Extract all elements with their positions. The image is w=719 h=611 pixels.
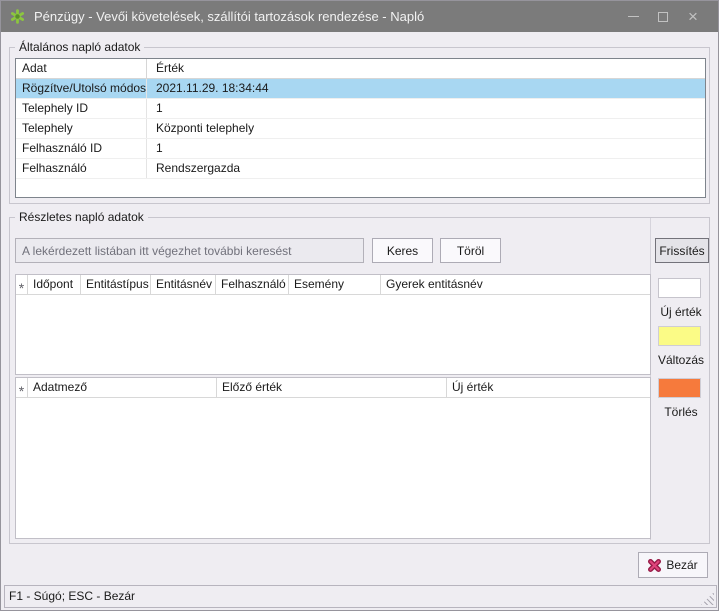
cell-ertek: Rendszergazda: [147, 159, 705, 178]
column-header-idopont[interactable]: Időpont: [28, 275, 81, 294]
app-icon: [10, 9, 25, 24]
legend-swatch-new-value: [658, 278, 701, 298]
cell-adat: Rögzítve/Utolsó módosítás: [16, 79, 147, 98]
legend-swatch-delete: [658, 378, 701, 398]
legend-label-delete: Törlés: [649, 405, 713, 419]
window-controls: ×: [618, 5, 708, 29]
column-header-adat: Adat: [16, 59, 147, 78]
column-header-gyerek-entitasnev[interactable]: Gyerek entitásnév: [381, 275, 650, 294]
clear-button[interactable]: Töröl: [440, 238, 501, 263]
maximize-button[interactable]: [648, 5, 678, 29]
cell-adat: Telephely ID: [16, 99, 147, 118]
table-row-felhasznalo-id[interactable]: Felhasználó ID 1: [16, 139, 705, 159]
cell-ertek: 2021.11.29. 18:34:44: [147, 79, 705, 98]
column-header-ertek: Érték: [147, 59, 705, 78]
red-x-icon: [648, 559, 661, 572]
status-bar: F1 - Súgó; ESC - Bezár: [4, 585, 717, 608]
minimize-button[interactable]: [618, 5, 648, 29]
table-row-telephely-id[interactable]: Telephely ID 1: [16, 99, 705, 119]
dialog-window: Pénzügy - Vevői követelések, szállítói t…: [0, 0, 719, 611]
column-header-elozo-ertek[interactable]: Előző érték: [217, 378, 447, 397]
cell-ertek: 1: [147, 99, 705, 118]
table-row-rogzitve[interactable]: Rögzítve/Utolsó módosítás 2021.11.29. 18…: [16, 79, 705, 99]
resize-grip[interactable]: [701, 592, 714, 605]
cell-ertek: Központi telephely: [147, 119, 705, 138]
column-header-entitasnev[interactable]: Entitásnév: [151, 275, 216, 294]
bezar-button-label: Bezár: [666, 558, 697, 572]
cell-adat: Felhasználó: [16, 159, 147, 178]
title-bar: Pénzügy - Vevői követelések, szállítói t…: [1, 1, 718, 32]
general-table-header: Adat Érték: [16, 59, 705, 79]
changes-table-header: * Adatmező Előző érték Új érték: [16, 378, 650, 398]
bezar-button[interactable]: Bezár: [638, 552, 708, 578]
legend-label-change: Változás: [649, 353, 713, 367]
legend-swatch-change: [658, 326, 701, 346]
column-header-entitastipus[interactable]: Entitástípus: [81, 275, 151, 294]
asterisk-icon: *: [16, 275, 28, 294]
detail-group-title: Részletes napló adatok: [15, 210, 148, 224]
cell-adat: Felhasználó ID: [16, 139, 147, 158]
column-header-esemeny[interactable]: Esemény: [289, 275, 381, 294]
legend-label-new-value: Új érték: [649, 305, 713, 319]
cell-ertek: 1: [147, 139, 705, 158]
general-group-title: Általános napló adatok: [15, 40, 144, 54]
general-table: Adat Érték Rögzítve/Utolsó módosítás 202…: [15, 58, 706, 198]
asterisk-icon: *: [16, 378, 28, 397]
table-row-telephely[interactable]: Telephely Központi telephely: [16, 119, 705, 139]
refresh-button[interactable]: Frissítés: [655, 238, 709, 263]
window-title: Pénzügy - Vevői követelések, szállítói t…: [34, 9, 618, 24]
column-header-uj-ertek[interactable]: Új érték: [447, 378, 650, 397]
cell-adat: Telephely: [16, 119, 147, 138]
events-table-header: * Időpont Entitástípus Entitásnév Felhas…: [16, 275, 650, 295]
table-row-felhasznalo[interactable]: Felhasználó Rendszergazda: [16, 159, 705, 179]
search-button[interactable]: Keres: [372, 238, 433, 263]
minimize-icon: [628, 16, 639, 17]
column-header-felhasznalo[interactable]: Felhasználó: [216, 275, 289, 294]
changes-table: * Adatmező Előző érték Új érték: [15, 377, 651, 539]
column-header-adatmezo[interactable]: Adatmező: [28, 378, 217, 397]
events-table: * Időpont Entitástípus Entitásnév Felhas…: [15, 274, 651, 375]
maximize-icon: [658, 12, 668, 22]
close-button[interactable]: ×: [678, 5, 708, 29]
search-input[interactable]: [15, 238, 364, 263]
status-bar-text: F1 - Súgó; ESC - Bezár: [9, 589, 135, 603]
